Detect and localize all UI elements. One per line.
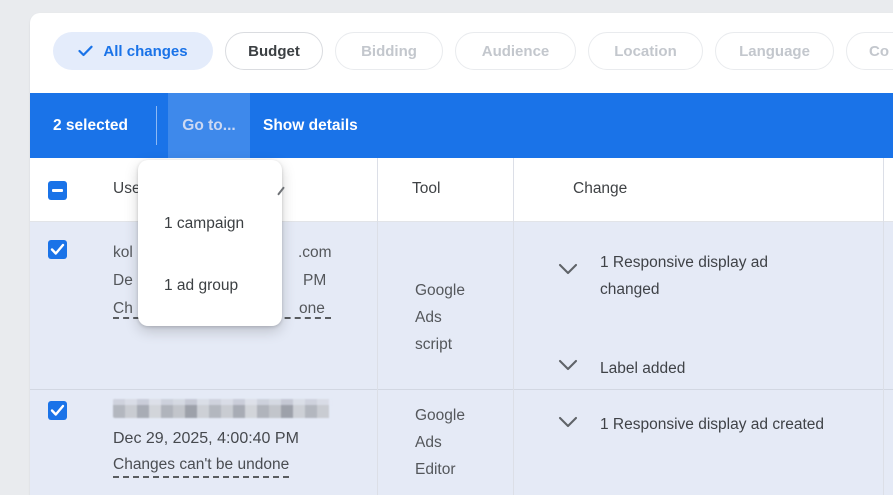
date-fragment-start: De	[113, 272, 133, 289]
show-details-button[interactable]: Show details	[263, 93, 358, 158]
user-email-fragment-end: .com	[298, 239, 332, 267]
filter-chip-all-changes[interactable]: All changes	[53, 32, 213, 70]
column-header-change[interactable]: Change	[573, 180, 627, 198]
filter-chip-label: Location	[614, 43, 677, 60]
change-entry: 1 Responsive display ad changed	[558, 249, 790, 303]
menu-item-campaign[interactable]: 1 campaign	[138, 206, 282, 242]
filter-chip-language[interactable]: Language	[715, 32, 834, 70]
filter-chip-location[interactable]: Location	[588, 32, 703, 70]
row-checkbox[interactable]	[48, 401, 67, 420]
check-icon	[78, 45, 93, 57]
column-header-tool[interactable]: Tool	[412, 180, 440, 198]
undo-fragment-end: one	[299, 295, 325, 323]
check-icon	[50, 404, 65, 417]
column-divider	[377, 158, 378, 495]
column-divider	[513, 158, 514, 495]
filter-chip-label: All changes	[103, 43, 187, 60]
select-all-checkbox[interactable]	[48, 181, 67, 200]
table-row: Dec 29, 2025, 4:00:40 PM Changes can't b…	[30, 390, 893, 495]
chevron-down-icon[interactable]	[558, 263, 578, 275]
change-history-panel: All changes Budget Bidding Audience Loca…	[30, 13, 893, 495]
filter-chip-label: Co	[869, 43, 889, 60]
page-background: All changes Budget Bidding Audience Loca…	[0, 0, 893, 495]
date-fragment-end: PM	[303, 267, 326, 295]
check-icon	[50, 243, 65, 256]
change-entry: Label added	[558, 355, 685, 382]
go-to-button[interactable]: Go to...	[168, 93, 250, 158]
go-to-dropdown-menu: 1 campaign 1 ad group	[138, 160, 282, 326]
chevron-down-icon[interactable]	[558, 359, 578, 371]
menu-item-ad-group[interactable]: 1 ad group	[138, 268, 282, 304]
filter-chip-bidding[interactable]: Bidding	[335, 32, 443, 70]
undo-note-text: Changes can't be undone	[113, 456, 289, 478]
undo-note: Changes can't be undone	[113, 456, 289, 478]
filter-chip-label: Budget	[248, 43, 300, 60]
change-entry-label[interactable]: Label added	[600, 355, 685, 382]
filter-chip-cutoff[interactable]: Co	[846, 32, 893, 70]
selection-toolbar: 2 selected Go to... Show details	[30, 93, 893, 158]
user-email-fragment-start: kol	[113, 244, 133, 261]
change-entry-label[interactable]: 1 Responsive display ad created	[600, 411, 893, 438]
filter-chip-budget[interactable]: Budget	[225, 32, 323, 70]
filter-chip-row: All changes Budget Bidding Audience Loca…	[53, 32, 893, 70]
chevron-down-icon[interactable]	[558, 416, 578, 428]
selected-count: 2 selected	[53, 93, 128, 158]
change-entry-label[interactable]: 1 Responsive display ad changed	[600, 249, 790, 303]
row-checkbox[interactable]	[48, 240, 67, 259]
filter-chip-label: Bidding	[361, 43, 417, 60]
change-date: Dec 29, 2025, 4:00:40 PM	[113, 430, 299, 448]
column-divider	[883, 158, 884, 495]
tool-cell: Google Ads Editor	[415, 402, 479, 483]
filter-chip-label: Language	[739, 43, 810, 60]
toolbar-divider	[156, 106, 157, 145]
undo-fragment-start: Ch	[113, 300, 133, 317]
change-entry: 1 Responsive display ad created	[558, 411, 893, 438]
filter-chip-audience[interactable]: Audience	[455, 32, 576, 70]
tool-cell: Google Ads script	[415, 277, 479, 358]
redacted-user-name	[113, 399, 332, 418]
indeterminate-dash-icon	[52, 189, 63, 192]
filter-chip-label: Audience	[482, 43, 550, 60]
